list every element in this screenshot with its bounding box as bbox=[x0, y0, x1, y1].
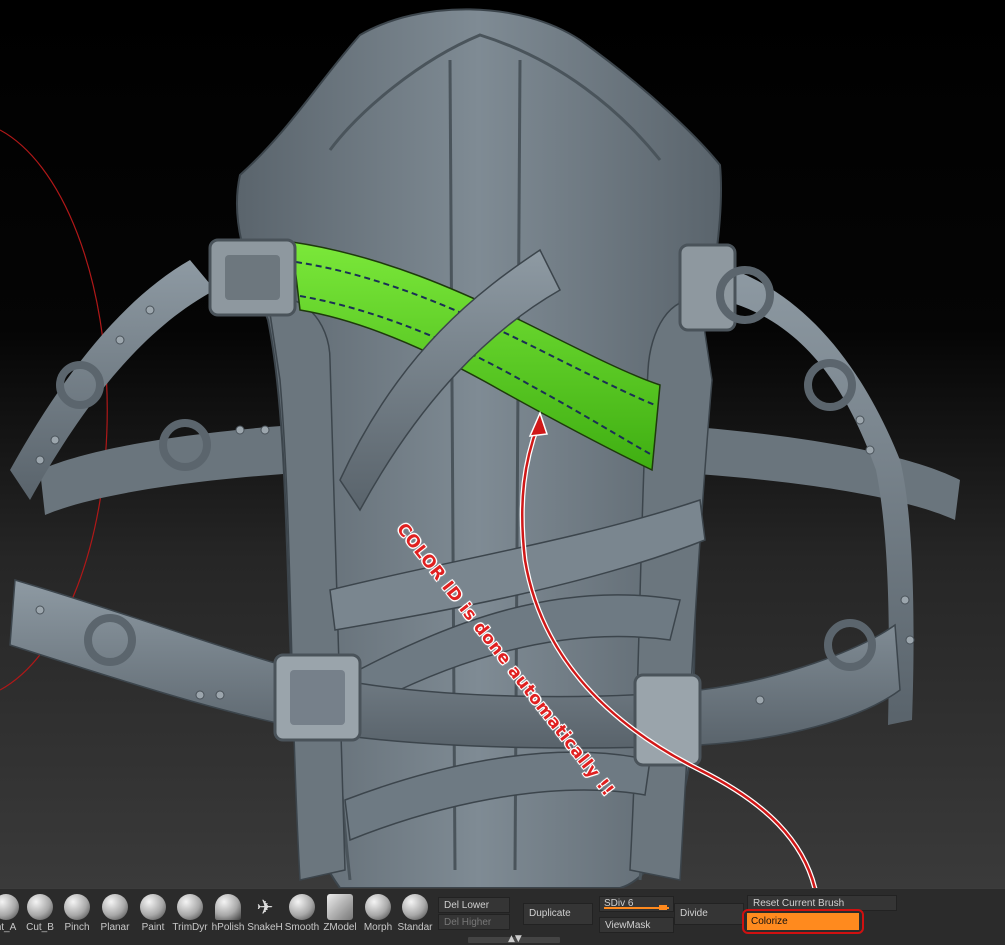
reset-current-brush-button[interactable]: Reset Current Brush bbox=[747, 895, 897, 911]
bottom-shelf: nt_A Cut_B Pinch Planar Paint TrimDyr hP… bbox=[0, 888, 1005, 945]
sphere-icon bbox=[365, 894, 391, 920]
duplicate-button[interactable]: Duplicate bbox=[523, 903, 593, 925]
planar-icon bbox=[102, 894, 128, 920]
viewmask-button[interactable]: ViewMask bbox=[599, 917, 674, 933]
slider-knob[interactable] bbox=[659, 905, 667, 910]
cube-icon bbox=[327, 894, 353, 920]
colorize-button[interactable]: Colorize bbox=[747, 913, 859, 930]
3d-viewport[interactable]: COLOR ID is done automatically !! bbox=[0, 0, 1005, 888]
pinch-icon bbox=[64, 894, 90, 920]
brush-clay[interactable]: nt_A bbox=[0, 894, 24, 940]
divide-button[interactable]: Divide bbox=[674, 903, 744, 925]
brush-planar[interactable]: Planar bbox=[97, 894, 133, 940]
sculpt-canvas[interactable] bbox=[0, 0, 1005, 888]
spiral-icon bbox=[140, 894, 166, 920]
brush-snakehook[interactable]: ✈ SnakeH bbox=[247, 894, 283, 940]
brush-morph[interactable]: Morph bbox=[360, 894, 396, 940]
sdiv-slider[interactable]: SDiv 6 bbox=[599, 896, 674, 912]
clay-sphere-icon bbox=[27, 894, 53, 920]
sphere-icon bbox=[177, 894, 203, 920]
brush-hpolish[interactable]: hPolish bbox=[210, 894, 246, 940]
snake-hook-icon: ✈ bbox=[256, 895, 274, 919]
sphere-icon bbox=[289, 894, 315, 920]
brush-cut-b[interactable]: Cut_B bbox=[22, 894, 58, 940]
brush-pinch[interactable]: Pinch bbox=[59, 894, 95, 940]
brush-zmodeler[interactable]: ZModel bbox=[322, 894, 358, 940]
del-higher-button[interactable]: Del Higher bbox=[438, 914, 510, 930]
brush-paint[interactable]: Paint bbox=[135, 894, 171, 940]
brush-smooth[interactable]: Smooth bbox=[284, 894, 320, 940]
brush-trimdyn[interactable]: TrimDyr bbox=[172, 894, 208, 940]
del-lower-button[interactable]: Del Lower bbox=[438, 897, 510, 913]
up-down-arrows-icon[interactable]: ▲▼ bbox=[508, 935, 522, 944]
clay-sphere-icon bbox=[0, 894, 19, 920]
cone-icon bbox=[215, 894, 241, 920]
sphere-icon bbox=[402, 894, 428, 920]
brush-standard[interactable]: Standar bbox=[397, 894, 433, 940]
